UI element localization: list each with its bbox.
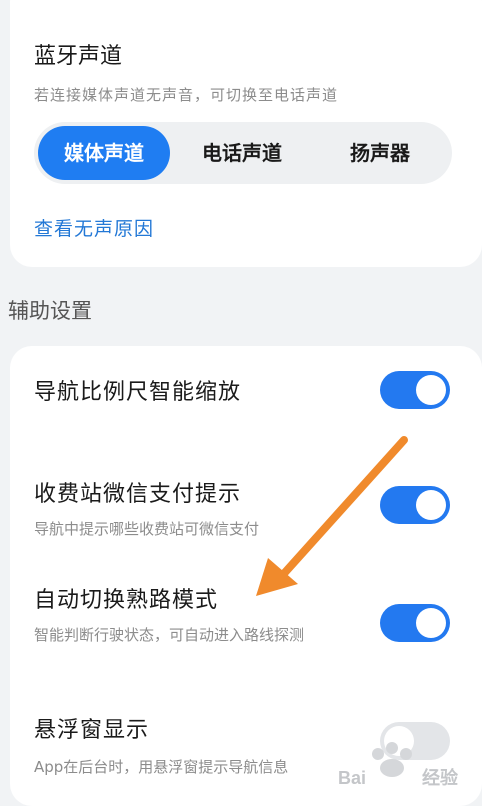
toggle-toll-wechat-pay[interactable] <box>380 486 450 524</box>
aux-settings-heading: 辅助设置 <box>8 299 92 323</box>
row-title-scale-zoom: 导航比例尺智能缩放 <box>34 380 242 405</box>
svg-text:经验: 经验 <box>422 767 459 789</box>
row-title-familiar-route-mode: 自动切换熟路模式 <box>34 588 219 613</box>
row-subtitle-floating-window: App在后台时，用悬浮窗提示导航信息 <box>34 758 289 776</box>
toggle-knob <box>416 375 446 405</box>
toggle-scale-zoom[interactable] <box>380 371 450 409</box>
bluetooth-channel-subtitle: 若连接媒体声道无声音，可切换至电话声道 <box>34 86 339 104</box>
baidu-jingyan-watermark: Bai 经验 <box>338 734 482 789</box>
bluetooth-channel-title: 蓝牙声道 <box>34 44 123 69</box>
toggle-knob <box>416 608 446 638</box>
segment-speaker[interactable]: 扬声器 <box>314 126 446 180</box>
watermark-logo-icon: Bai 经验 <box>338 742 459 789</box>
row-title-floating-window: 悬浮窗显示 <box>34 718 150 743</box>
row-subtitle-familiar-route-mode: 智能判断行驶状态，可自动进入路线探测 <box>34 626 305 644</box>
channel-segmented-control: 媒体声道 电话声道 扬声器 <box>34 122 452 184</box>
segment-phone-channel[interactable]: 电话声道 <box>176 126 308 180</box>
view-no-sound-reason-link[interactable]: 查看无声原因 <box>34 214 154 241</box>
bluetooth-channel-card: 蓝牙声道 若连接媒体声道无声音，可切换至电话声道 媒体声道 电话声道 扬声器 查… <box>10 0 482 267</box>
toggle-knob <box>416 490 446 520</box>
svg-text:Bai: Bai <box>338 768 366 788</box>
toggle-familiar-route-mode[interactable] <box>380 604 450 642</box>
row-title-toll-wechat-pay: 收费站微信支付提示 <box>34 482 242 507</box>
segment-media-channel[interactable]: 媒体声道 <box>38 126 170 180</box>
row-subtitle-toll-wechat-pay: 导航中提示哪些收费站可微信支付 <box>34 520 260 538</box>
